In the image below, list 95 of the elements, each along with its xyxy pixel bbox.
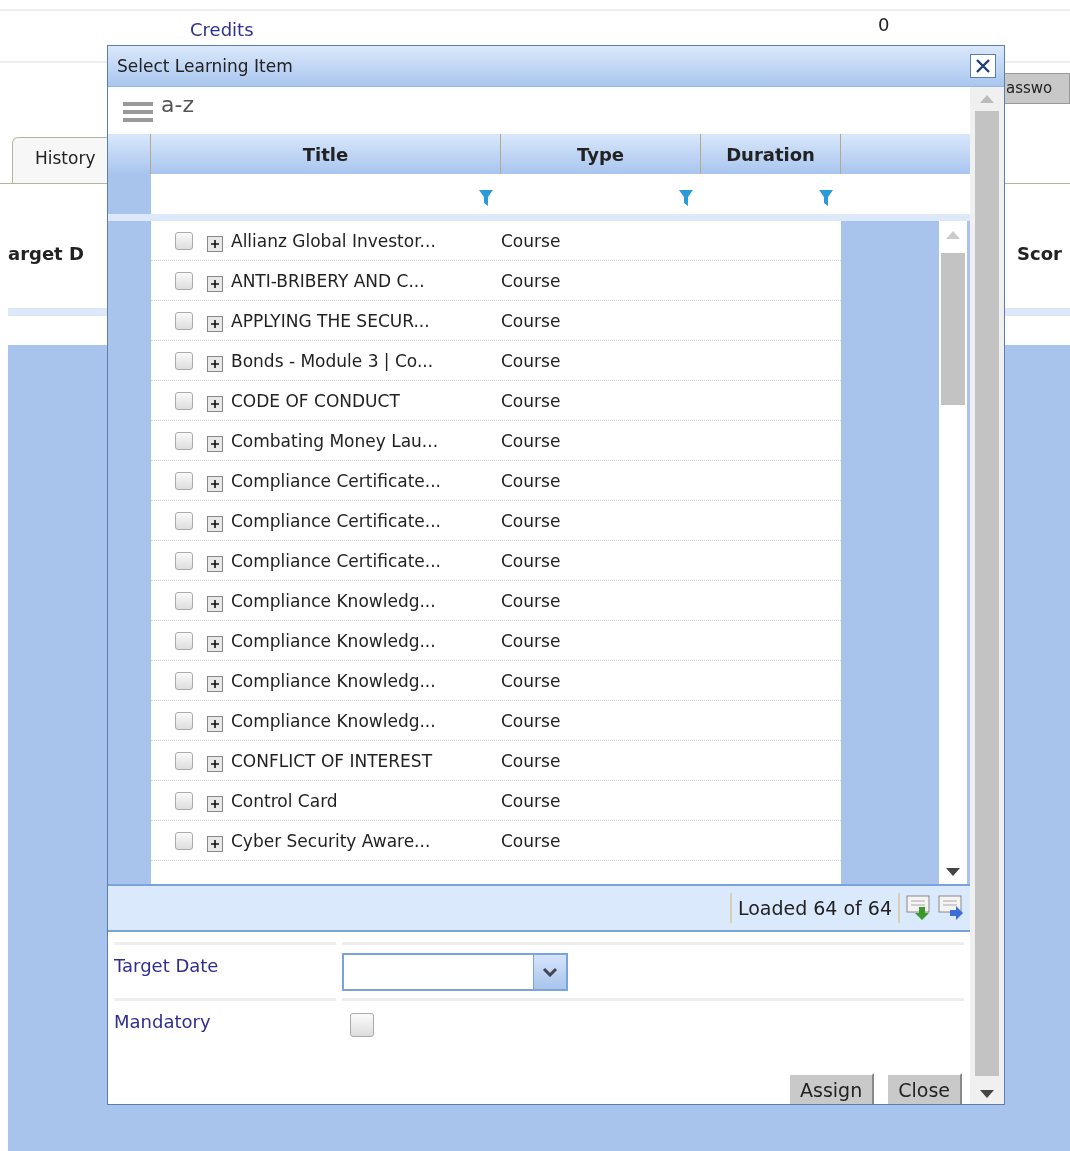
expand-icon[interactable] xyxy=(207,355,223,372)
field-label: Mandatory xyxy=(114,1010,211,1032)
row-checkbox[interactable] xyxy=(175,671,193,690)
scroll-down-icon[interactable] xyxy=(980,1090,994,1098)
expand-icon[interactable] xyxy=(207,635,223,652)
title-cell-text: ANTI-BRIBERY AND C... xyxy=(231,270,426,291)
load-all-icon[interactable] xyxy=(938,895,964,921)
title-cell-text: Bonds - Module 3 | Co... xyxy=(231,350,435,371)
title-cell-text: Compliance Knowledg... xyxy=(231,590,437,611)
expand-icon[interactable] xyxy=(207,835,223,852)
title-cell-text: Compliance Certificate... xyxy=(231,470,442,491)
title-cell-text: Compliance Certificate... xyxy=(231,510,442,531)
row-checkbox[interactable] xyxy=(175,751,193,770)
type-cell-text: Course xyxy=(501,790,562,811)
type-cell-text: Course xyxy=(501,390,562,411)
title-cell-text: Compliance Knowledg... xyxy=(231,670,437,691)
filter-icon[interactable] xyxy=(679,190,693,206)
type-cell-text: Course xyxy=(501,470,562,491)
expand-icon[interactable] xyxy=(207,675,223,692)
field-label: Target Date xyxy=(114,954,219,976)
row-checkbox[interactable] xyxy=(175,591,193,610)
type-cell-text: Course xyxy=(501,430,562,451)
type-cell-text: Course xyxy=(501,670,562,691)
type-cell-text: Course xyxy=(501,350,562,371)
expand-icon[interactable] xyxy=(207,435,223,452)
expand-icon[interactable] xyxy=(207,395,223,412)
row-checkbox[interactable] xyxy=(175,391,193,410)
date-field[interactable] xyxy=(342,953,568,991)
expand-icon[interactable] xyxy=(207,755,223,772)
title-cell-text: Combating Money Lau... xyxy=(231,430,440,451)
password-button[interactable]: asswo xyxy=(1003,73,1070,104)
credits-label[interactable]: Credits xyxy=(190,11,870,40)
paging-status: Loaded 64 of 64 xyxy=(729,893,900,923)
filter-icon[interactable] xyxy=(819,190,833,206)
expand-icon[interactable] xyxy=(207,595,223,612)
expand-icon[interactable] xyxy=(207,275,223,292)
scroll-down-icon[interactable] xyxy=(946,868,960,876)
title-cell-text: CONFLICT OF INTEREST xyxy=(231,750,434,771)
dropdown-caret-icon[interactable] xyxy=(542,967,558,977)
type-cell-text: Course xyxy=(501,710,562,731)
row-checkbox[interactable] xyxy=(175,791,193,810)
title-cell-text: APPLYING THE SECUR... xyxy=(231,310,431,331)
expand-icon[interactable] xyxy=(207,515,223,532)
load-more-icon[interactable] xyxy=(906,895,932,921)
expand-icon[interactable] xyxy=(207,555,223,572)
row-checkbox[interactable] xyxy=(175,551,193,570)
type-cell-text: Course xyxy=(501,310,562,331)
type-cell-text: Course xyxy=(501,270,562,291)
type-cell-text: Course xyxy=(501,630,562,651)
row-checkbox[interactable] xyxy=(175,431,193,450)
title-cell-text: Cyber Security Aware... xyxy=(231,830,432,851)
row-checkbox[interactable] xyxy=(175,311,193,330)
title-cell-text: Compliance Knowledg... xyxy=(231,630,437,651)
scroll-thumb[interactable] xyxy=(941,253,965,405)
type-cell-text: Course xyxy=(501,550,562,571)
expand-icon[interactable] xyxy=(207,315,223,332)
expand-icon[interactable] xyxy=(207,795,223,812)
scroll-thumb[interactable] xyxy=(975,111,999,1076)
row-checkbox[interactable] xyxy=(175,711,193,730)
title-cell-text: Compliance Certificate... xyxy=(231,550,442,571)
dialog-button[interactable]: Close xyxy=(886,1073,962,1104)
type-cell-text: Course xyxy=(501,510,562,531)
filter-icon[interactable] xyxy=(479,190,493,206)
type-cell-text: Course xyxy=(501,590,562,611)
scrollbar[interactable] xyxy=(970,87,1004,1104)
type-cell-text: Course xyxy=(501,230,562,251)
row-checkbox[interactable] xyxy=(175,471,193,490)
expand-icon[interactable] xyxy=(207,715,223,732)
row-checkbox[interactable] xyxy=(175,631,193,650)
row-checkbox[interactable] xyxy=(175,511,193,530)
dialog-title: Select Learning Item xyxy=(117,56,293,76)
title-cell-text: Control Card xyxy=(231,790,339,811)
expand-icon[interactable] xyxy=(207,235,223,252)
scroll-up-icon[interactable] xyxy=(946,231,960,239)
type-cell-text: Course xyxy=(501,830,562,851)
row-header-corner xyxy=(108,174,151,214)
row-checkbox[interactable] xyxy=(175,271,193,290)
close-icon xyxy=(975,58,991,74)
row-checkbox[interactable] xyxy=(175,231,193,250)
title-cell-text: CODE OF CONDUCT xyxy=(231,390,401,411)
close-button[interactable] xyxy=(970,54,996,78)
credits-value: 0 xyxy=(878,13,891,35)
column-header: arget D xyxy=(8,242,84,264)
row-checkbox[interactable] xyxy=(175,831,193,850)
row-checkbox[interactable] xyxy=(175,351,193,370)
mandatory-checkbox[interactable] xyxy=(350,1013,374,1037)
title-cell-text: Compliance Knowledg... xyxy=(231,710,437,731)
scrollbar[interactable] xyxy=(939,221,967,884)
dialog-button[interactable]: Assign xyxy=(788,1073,875,1104)
column-header: Scor xyxy=(1017,242,1062,264)
title-cell-text: Allianz Global Investor... xyxy=(231,230,437,251)
sort-label[interactable]: a-z xyxy=(161,92,194,117)
expand-icon[interactable] xyxy=(207,475,223,492)
scroll-up-icon[interactable] xyxy=(980,95,994,103)
type-cell-text: Course xyxy=(501,750,562,771)
